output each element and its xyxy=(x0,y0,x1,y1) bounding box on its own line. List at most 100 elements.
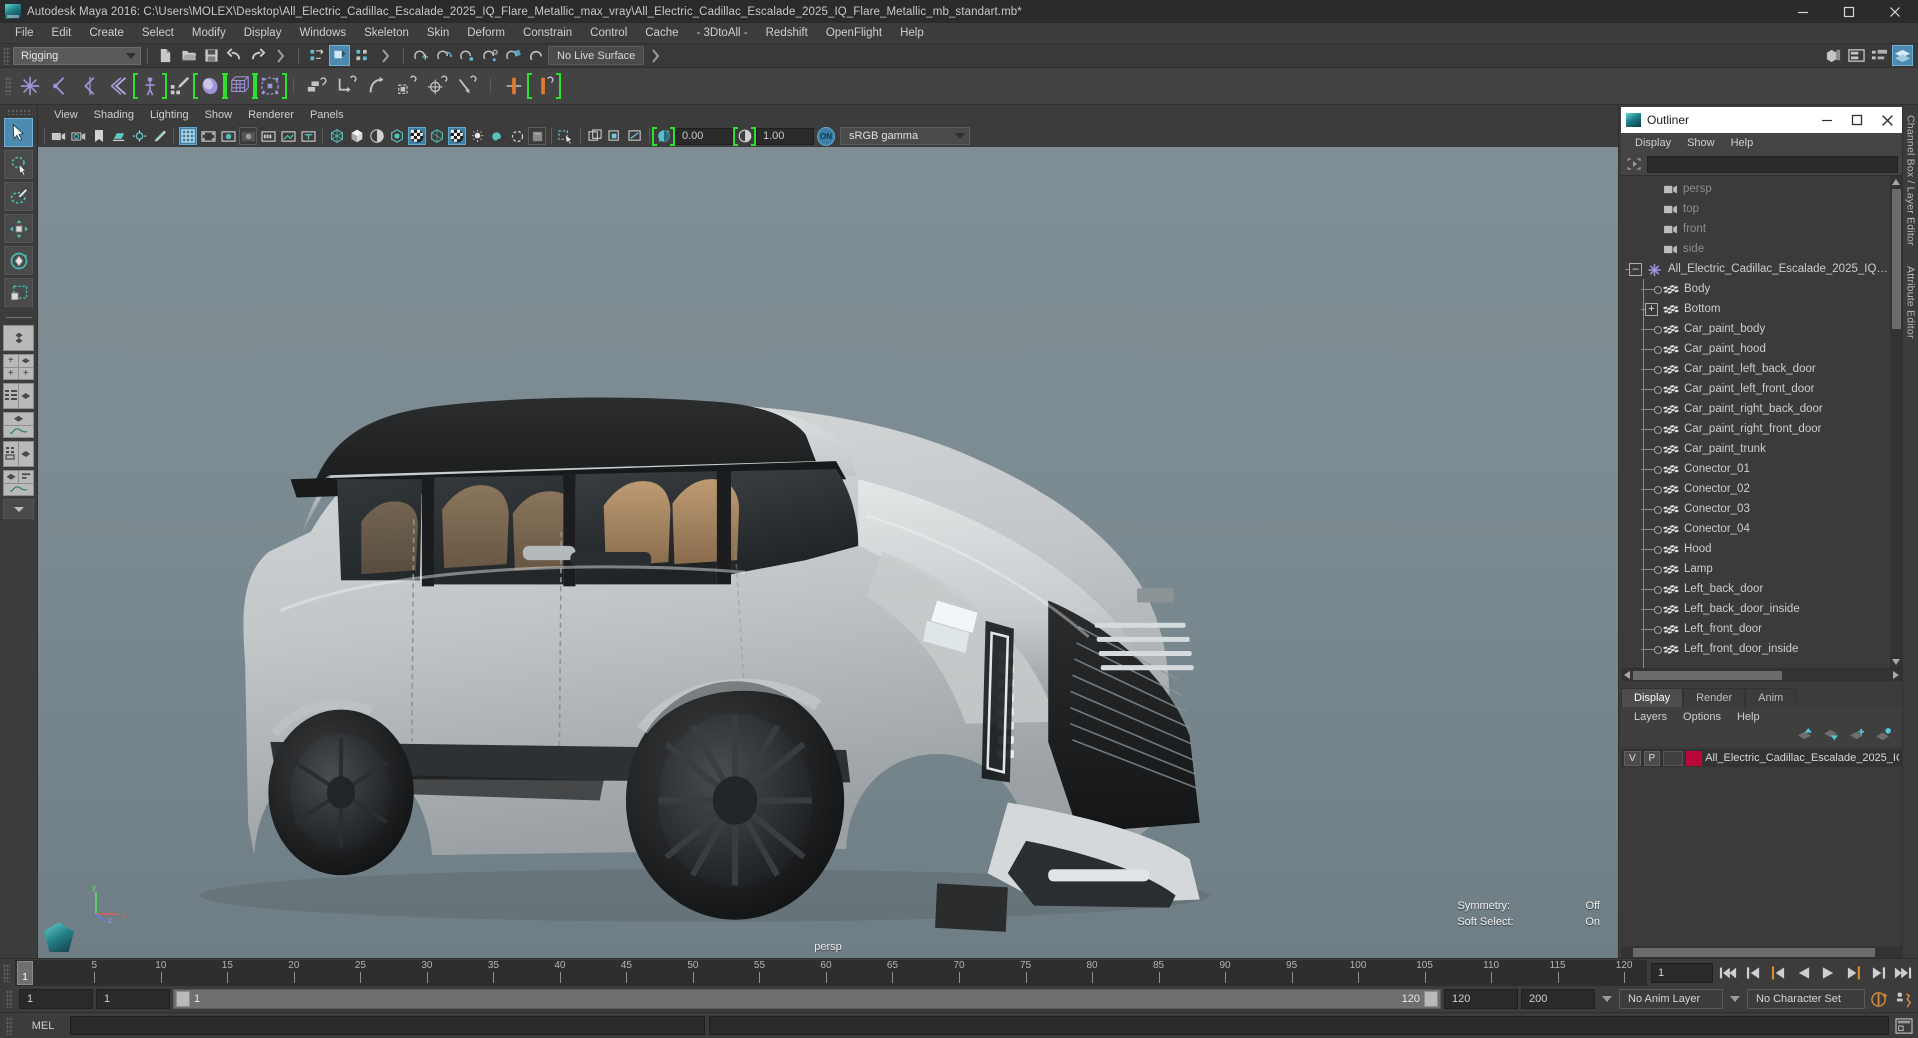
create-new-layer-icon[interactable] xyxy=(1849,728,1866,746)
move-layer-down-icon[interactable] xyxy=(1823,728,1840,746)
texture-wireframe-icon[interactable] xyxy=(428,127,446,145)
current-frame-field[interactable]: 1 xyxy=(1651,962,1713,983)
outliner-hscroll-thumb[interactable] xyxy=(1633,670,1783,680)
layer-list[interactable]: V P All_Electric_Cadillac_Escalade_2025_IQ xyxy=(1621,747,1902,946)
outliner-search-input[interactable] xyxy=(1647,155,1898,173)
point-constraint-icon[interactable] xyxy=(334,71,360,101)
film-gate-icon[interactable] xyxy=(199,127,217,145)
motion-blur-icon[interactable]: mo xyxy=(528,127,546,145)
menu-skeleton[interactable]: Skeleton xyxy=(355,23,418,44)
expander-box[interactable]: + xyxy=(1645,303,1658,316)
snap-to-projected-center-button[interactable] xyxy=(480,45,501,66)
current-time-indicator[interactable]: 1 xyxy=(17,960,33,985)
character-set-selector[interactable]: No Character Set xyxy=(1747,989,1865,1009)
auto-keyframe-toggle-icon[interactable] xyxy=(1868,988,1890,1010)
step-back-frame-button[interactable] xyxy=(1742,962,1764,984)
command-grip[interactable] xyxy=(6,1016,13,1035)
shelf-grip[interactable] xyxy=(5,77,12,95)
isolate-select-icon[interactable] xyxy=(557,127,575,145)
outliner-item[interactable]: Car_paint_right_front_door xyxy=(1621,419,1890,439)
outliner-scroll-thumb[interactable] xyxy=(1891,189,1901,329)
paint-skin-weights-icon[interactable] xyxy=(167,71,193,101)
save-scene-button[interactable] xyxy=(201,45,222,66)
menu-constrain[interactable]: Constrain xyxy=(514,23,581,44)
outliner-item[interactable]: Conector_02 xyxy=(1621,479,1890,499)
outliner-close-button[interactable] xyxy=(1872,107,1902,133)
viewport-menu-view[interactable]: View xyxy=(46,105,86,125)
pole-vector-constraint-icon[interactable] xyxy=(454,71,480,101)
live-surface-more-icon[interactable] xyxy=(645,45,666,66)
film-gate-fields-icon[interactable] xyxy=(259,127,277,145)
animation-preferences-icon[interactable] xyxy=(1893,988,1915,1010)
show-hide-attribute-editor-icon[interactable] xyxy=(1846,45,1867,66)
resolution-gate-icon[interactable] xyxy=(219,127,237,145)
move-layer-up-icon[interactable] xyxy=(1797,728,1814,746)
rotate-tool[interactable] xyxy=(4,246,33,275)
bookmark-icon[interactable] xyxy=(90,127,108,145)
outliner-item[interactable]: Car_paint_trunk xyxy=(1621,439,1890,459)
open-scene-button[interactable] xyxy=(178,45,199,66)
anim-end-time-field[interactable]: 200 xyxy=(1521,989,1595,1009)
snap-to-grid-button[interactable] xyxy=(411,45,432,66)
mirror-joint-icon[interactable] xyxy=(107,71,133,101)
color-management-selector[interactable]: sRGB gamma xyxy=(840,127,970,145)
lattice-deformer-icon[interactable] xyxy=(223,71,257,101)
chevron-down-icon[interactable] xyxy=(1602,996,1612,1002)
smooth-bind-icon[interactable] xyxy=(193,71,227,101)
menu-cache[interactable]: Cache xyxy=(636,23,687,44)
create-layer-from-selection-icon[interactable] xyxy=(1875,728,1892,746)
outliner-item[interactable]: Left_front_door_inside xyxy=(1621,639,1890,659)
maximize-button[interactable] xyxy=(1826,0,1872,23)
layer-visibility-toggle[interactable]: V xyxy=(1624,750,1641,766)
use-all-lights-icon[interactable] xyxy=(468,127,486,145)
play-backwards-button[interactable] xyxy=(1792,962,1814,984)
minimize-button[interactable] xyxy=(1780,0,1826,23)
screen-space-ao-icon[interactable] xyxy=(508,127,526,145)
move-tool[interactable] xyxy=(4,214,33,243)
script-editor-icon[interactable] xyxy=(1893,1015,1915,1037)
menu-windows[interactable]: Windows xyxy=(290,23,355,44)
playback-end-time-field[interactable]: 120 xyxy=(1444,989,1518,1009)
xray-joints-icon[interactable] xyxy=(606,127,624,145)
side-tab-channel-box-layer-editor[interactable]: Channel Box / Layer Editor xyxy=(1905,105,1917,256)
select-by-object-type-button[interactable] xyxy=(329,45,350,66)
create-joint-icon[interactable] xyxy=(17,71,43,101)
color-management-toggle[interactable]: ON xyxy=(817,126,835,146)
select-tool[interactable] xyxy=(4,118,33,147)
show-hide-tool-settings-icon[interactable] xyxy=(1869,45,1890,66)
menu-control[interactable]: Control xyxy=(581,23,636,44)
xray-text-icon[interactable] xyxy=(299,127,317,145)
range-start-handle[interactable] xyxy=(176,991,190,1007)
outliner-item[interactable]: side xyxy=(1621,239,1890,259)
cluster-deformer-icon[interactable] xyxy=(253,71,287,101)
menu-set-selector[interactable]: Rigging xyxy=(13,46,141,65)
outliner-filter-icon[interactable] xyxy=(1625,156,1643,172)
menu-skin[interactable]: Skin xyxy=(418,23,458,44)
layout-hypershade-persp-button[interactable] xyxy=(3,441,34,467)
outliner-item[interactable]: Car_paint_right_back_door xyxy=(1621,399,1890,419)
layer-editor-tab-render[interactable]: Render xyxy=(1683,688,1746,707)
statusbar-grip[interactable] xyxy=(3,46,10,65)
outliner-item[interactable]: Lamp xyxy=(1621,559,1890,579)
textured-mode-icon[interactable] xyxy=(408,127,426,145)
hardware-texturing-icon[interactable] xyxy=(448,127,466,145)
anim-layer-selector[interactable]: No Anim Layer xyxy=(1619,989,1723,1009)
outliner-item[interactable]: Car_paint_body xyxy=(1621,319,1890,339)
snap-to-point-button[interactable] xyxy=(457,45,478,66)
command-language-label[interactable]: MEL xyxy=(20,1020,66,1032)
collapse-icon[interactable]: – xyxy=(1625,259,1647,279)
menu-edit[interactable]: Edit xyxy=(43,23,81,44)
layout-persp-outliner-graph-button[interactable] xyxy=(3,470,34,496)
new-scene-button[interactable] xyxy=(155,45,176,66)
outliner-maximize-button[interactable] xyxy=(1842,107,1872,133)
menu-3dtoall[interactable]: - 3DtoAll - xyxy=(688,23,757,44)
layer-hscroll-thumb[interactable] xyxy=(1633,947,1875,957)
outliner-item[interactable]: Body xyxy=(1621,279,1890,299)
gamma-value-field[interactable]: 1.00 xyxy=(756,127,814,145)
layer-menu-help[interactable]: Help xyxy=(1729,707,1768,727)
layer-row[interactable]: V P All_Electric_Cadillac_Escalade_2025_IQ xyxy=(1621,749,1902,767)
outliner-tree[interactable]: persp top front side – All_Electric_Cadillac_… xyxy=(1621,176,1890,668)
side-tab-attribute-editor[interactable]: Attribute Editor xyxy=(1905,256,1917,349)
anim-start-time-field[interactable]: 1 xyxy=(19,989,93,1009)
range-slider[interactable]: 1 120 xyxy=(173,989,1441,1009)
